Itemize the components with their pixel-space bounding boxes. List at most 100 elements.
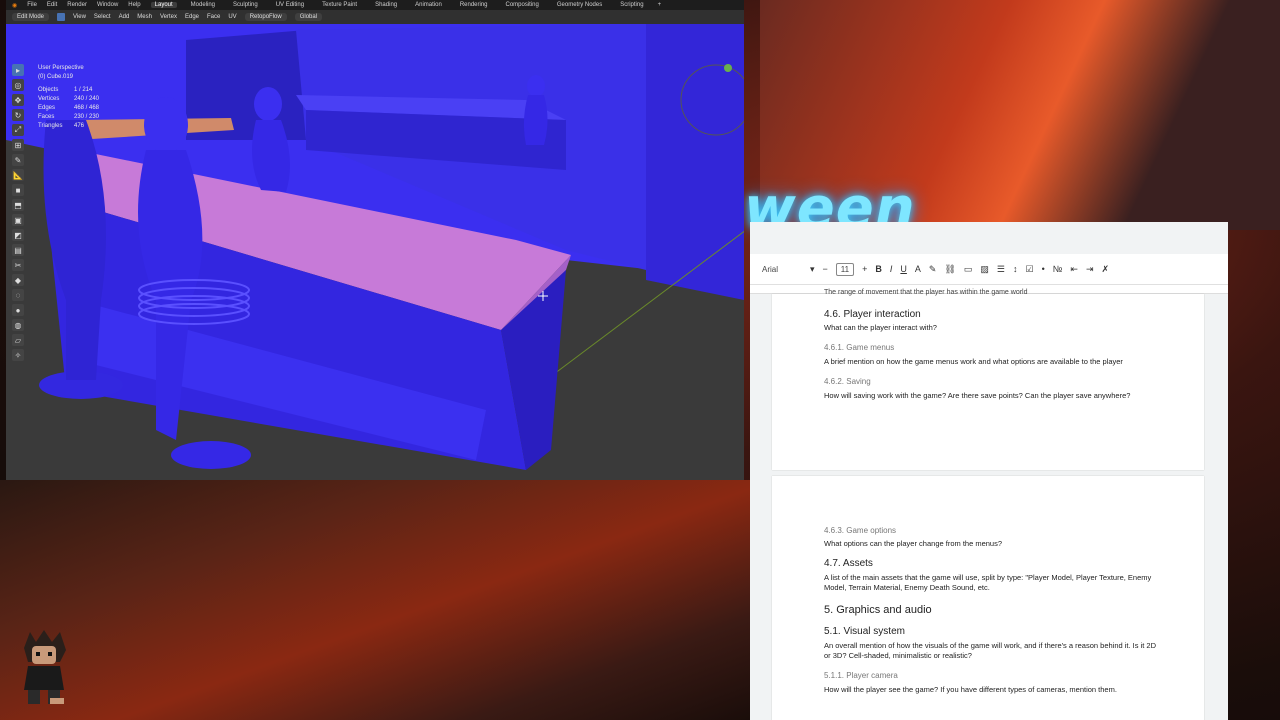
- extrude-icon[interactable]: ⬒: [12, 199, 24, 211]
- line-spacing-icon[interactable]: ↕: [1013, 264, 1018, 274]
- shear-icon[interactable]: ▱: [12, 334, 24, 346]
- doc-heading: 5.1. Visual system: [824, 626, 905, 637]
- tab-compositing[interactable]: Compositing: [502, 2, 543, 8]
- increase-font-icon[interactable]: +: [862, 264, 867, 274]
- tab-texture-paint[interactable]: Texture Paint: [318, 2, 361, 8]
- tab-uv-editing[interactable]: UV Editing: [272, 2, 308, 8]
- header-menu-select[interactable]: Select: [94, 14, 111, 20]
- doc-paragraph: How will saving work with the game? Are …: [824, 391, 1131, 400]
- doc-subheading: 5.1.1. Player camera: [824, 671, 898, 680]
- doc-subheading: 4.6.2. Saving: [824, 377, 871, 386]
- clear-formatting-icon[interactable]: ✗: [1101, 264, 1109, 275]
- smooth-icon[interactable]: ●: [12, 304, 24, 316]
- comment-icon[interactable]: ▭: [964, 264, 973, 275]
- tab-geometry-nodes[interactable]: Geometry Nodes: [553, 2, 606, 8]
- chevron-down-icon[interactable]: ▾: [810, 264, 815, 275]
- viewport-header: Edit Mode View Select Add Mesh Vertex Ed…: [6, 10, 744, 25]
- blender-window: ◉ File Edit Render Window Help Layout Mo…: [6, 0, 744, 480]
- tab-sculpting[interactable]: Sculpting: [229, 2, 262, 8]
- menu-render[interactable]: Render: [67, 2, 87, 8]
- highlight-icon[interactable]: ✎: [929, 264, 937, 275]
- tab-scripting[interactable]: Scripting: [616, 2, 647, 8]
- tab-animation[interactable]: Animation: [411, 2, 446, 8]
- loop-cut-icon[interactable]: ▤: [12, 244, 24, 256]
- decrease-indent-icon[interactable]: ⇤: [1070, 264, 1078, 275]
- mode-select[interactable]: Edit Mode: [12, 13, 50, 21]
- checklist-icon[interactable]: ☑: [1026, 264, 1034, 275]
- doc-page[interactable]: The range of movement that the player ha…: [772, 289, 1204, 470]
- rip-icon[interactable]: ✧: [12, 349, 24, 361]
- font-family-select[interactable]: Arial: [762, 265, 802, 274]
- doc-paragraph: How will the player see the game? If you…: [824, 685, 1117, 694]
- font-size-input[interactable]: 11: [835, 262, 855, 276]
- add-cube-icon[interactable]: ■: [12, 184, 24, 196]
- header-menu-uv[interactable]: UV: [228, 14, 236, 20]
- header-menu-vertex[interactable]: Vertex: [160, 14, 177, 20]
- tab-layout[interactable]: Layout: [150, 2, 177, 8]
- tab-modeling[interactable]: Modeling: [187, 2, 219, 8]
- doc-heading: 5. Graphics and audio: [824, 604, 932, 616]
- cursor-icon[interactable]: ◎: [12, 79, 24, 91]
- bold-icon[interactable]: B: [875, 264, 882, 274]
- knife-icon[interactable]: ✂: [12, 259, 24, 271]
- blender-logo-icon[interactable]: ◉: [12, 2, 17, 9]
- image-icon[interactable]: ▨: [980, 264, 989, 275]
- decrease-font-icon[interactable]: −: [823, 264, 828, 274]
- annotate-icon[interactable]: ✎: [12, 154, 24, 166]
- viewport-info: User Perspective (0) Cube.019 Objects 1 /…: [38, 64, 99, 131]
- stat-row: Edges 468 / 468: [38, 105, 100, 111]
- menu-help[interactable]: Help: [128, 2, 140, 8]
- link-icon[interactable]: ⛓: [944, 264, 955, 275]
- doc-page[interactable]: 4.6.3. Game options What options can the…: [772, 476, 1204, 720]
- shrink-icon[interactable]: ◍: [12, 319, 24, 331]
- scale-icon[interactable]: ⤢: [12, 124, 24, 136]
- header-menu-face[interactable]: Face: [207, 14, 220, 20]
- doc-paragraph: The range of movement that the player ha…: [824, 289, 1028, 296]
- transform-icon[interactable]: ⊞: [12, 139, 24, 151]
- select-box-icon[interactable]: ▸: [12, 64, 24, 76]
- blender-menubar: ◉ File Edit Render Window Help Layout Mo…: [6, 0, 744, 10]
- header-menu-mesh[interactable]: Mesh: [137, 14, 152, 20]
- doc-paragraph: What options can the player change from …: [824, 539, 1003, 548]
- header-menu-add[interactable]: Add: [119, 14, 130, 20]
- numbered-list-icon[interactable]: №: [1053, 264, 1063, 274]
- vertex-select-icon[interactable]: [57, 13, 66, 21]
- bevel-icon[interactable]: ◩: [12, 229, 24, 241]
- bullet-list-icon[interactable]: •: [1042, 264, 1045, 274]
- inset-icon[interactable]: ▣: [12, 214, 24, 226]
- measure-icon[interactable]: 📐: [12, 169, 24, 181]
- increase-indent-icon[interactable]: ⇥: [1086, 264, 1094, 275]
- doc-paragraph: An overall mention of how the visuals of…: [824, 641, 1157, 660]
- poly-build-icon[interactable]: ◆: [12, 274, 24, 286]
- tab-rendering[interactable]: Rendering: [456, 2, 492, 8]
- align-icon[interactable]: ☰: [997, 264, 1005, 275]
- text-color-icon[interactable]: A: [915, 264, 921, 274]
- tab-shading[interactable]: Shading: [371, 2, 401, 8]
- move-icon[interactable]: ✥: [12, 94, 24, 106]
- doc-paragraph: A brief mention on how the game menus wo…: [824, 357, 1123, 366]
- underline-icon[interactable]: U: [900, 264, 907, 274]
- menu-window[interactable]: Window: [97, 2, 118, 8]
- spin-icon[interactable]: ◌: [12, 289, 24, 301]
- google-docs-window: Arial ▾ − 11 + B I U A ✎ ⛓ ▭ ▨ ☰ ↕ ☑ • №…: [750, 222, 1228, 720]
- toolbar: ▸ ◎ ✥ ↻ ⤢ ⊞ ✎ 📐 ■ ⬒ ▣ ◩ ▤ ✂ ◆ ◌ ● ◍ ▱ ✧: [12, 64, 26, 361]
- streamer-avatar: [24, 630, 66, 704]
- stat-row: Faces 230 / 230: [38, 114, 100, 120]
- doc-paragraph: A list of the main assets that the game …: [824, 573, 1152, 592]
- doc-paragraph: What can the player interact with?: [824, 323, 937, 332]
- menu-edit[interactable]: Edit: [47, 2, 57, 8]
- rotate-icon[interactable]: ↻: [12, 109, 24, 121]
- header-menu-view[interactable]: View: [73, 14, 86, 20]
- 3d-viewport[interactable]: ▸ ◎ ✥ ↻ ⤢ ⊞ ✎ 📐 ■ ⬒ ▣ ◩ ▤ ✂ ◆ ◌ ● ◍ ▱ ✧ …: [6, 24, 744, 480]
- retopoflow-button[interactable]: RetopoFlow: [244, 13, 287, 21]
- scene-render: [6, 24, 744, 480]
- add-workspace-icon[interactable]: +: [658, 2, 662, 8]
- doc-subheading: 4.6.3. Game options: [824, 526, 897, 535]
- menu-file[interactable]: File: [27, 2, 37, 8]
- orientation-select[interactable]: Global: [294, 13, 323, 21]
- header-menu-edge[interactable]: Edge: [185, 14, 199, 20]
- italic-icon[interactable]: I: [890, 264, 893, 274]
- object-name: (0) Cube.019: [38, 74, 74, 80]
- stat-row: Vertices 240 / 240: [38, 96, 100, 102]
- stat-row: Triangles 476: [38, 123, 85, 129]
